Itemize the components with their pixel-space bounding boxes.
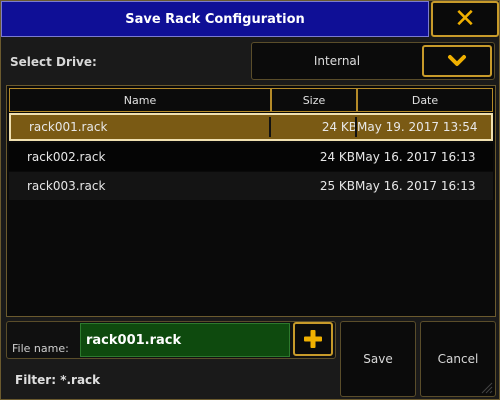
cancel-button-label: Cancel <box>437 352 479 366</box>
file-size-cell: 24 KB <box>321 120 357 134</box>
file-size-cell: 24 KB <box>319 150 355 164</box>
file-date-cell: May 19. 2017 13:54 <box>357 120 478 134</box>
table-row[interactable]: rack002.rack 24 KB May 16. 2017 16:13 <box>9 143 493 171</box>
drive-dropdown-button[interactable] <box>422 45 492 77</box>
chevron-down-icon <box>448 55 466 66</box>
column-header-name[interactable]: Name <box>9 88 271 112</box>
filter-label: Filter: *.rack <box>15 373 101 387</box>
select-drive-label: Select Drive: <box>10 55 97 69</box>
cancel-button[interactable]: Cancel <box>420 321 496 397</box>
close-icon: ✕ <box>454 4 476 34</box>
file-table: Name Size Date rack001.rack 24 KB May 19… <box>6 85 496 317</box>
file-date-cell: May 16. 2017 16:13 <box>355 179 476 193</box>
plus-icon <box>304 330 322 348</box>
file-name-cell: rack001.rack <box>29 120 108 134</box>
drive-select-value: Internal <box>313 54 361 68</box>
file-name-input[interactable] <box>80 323 290 357</box>
save-button[interactable]: Save <box>340 321 416 397</box>
dialog-title: Save Rack Configuration <box>125 11 305 27</box>
file-name-group: File name: <box>6 321 336 359</box>
file-name-cell: rack003.rack <box>27 179 106 193</box>
add-button[interactable] <box>293 322 333 356</box>
file-name-cell: rack002.rack <box>27 150 106 164</box>
column-header-size[interactable]: Size <box>271 88 357 112</box>
file-size-cell: 25 KB <box>319 179 355 193</box>
table-row[interactable]: rack003.rack 25 KB May 16. 2017 16:13 <box>9 172 493 200</box>
resize-grip-icon[interactable] <box>477 378 493 394</box>
file-date-cell: May 16. 2017 16:13 <box>355 150 476 164</box>
column-header-date[interactable]: Date <box>357 88 493 112</box>
table-header: Name Size Date <box>9 88 493 112</box>
drive-select[interactable]: Internal <box>251 42 495 80</box>
title-bar: Save Rack Configuration <box>1 1 429 37</box>
save-rack-dialog: Save Rack Configuration ✕ Select Drive: … <box>0 0 500 400</box>
close-button[interactable]: ✕ <box>431 1 499 37</box>
file-name-label: File name: <box>12 342 69 355</box>
column-divider <box>269 117 271 137</box>
table-row[interactable]: rack001.rack 24 KB May 19. 2017 13:54 <box>9 113 493 141</box>
